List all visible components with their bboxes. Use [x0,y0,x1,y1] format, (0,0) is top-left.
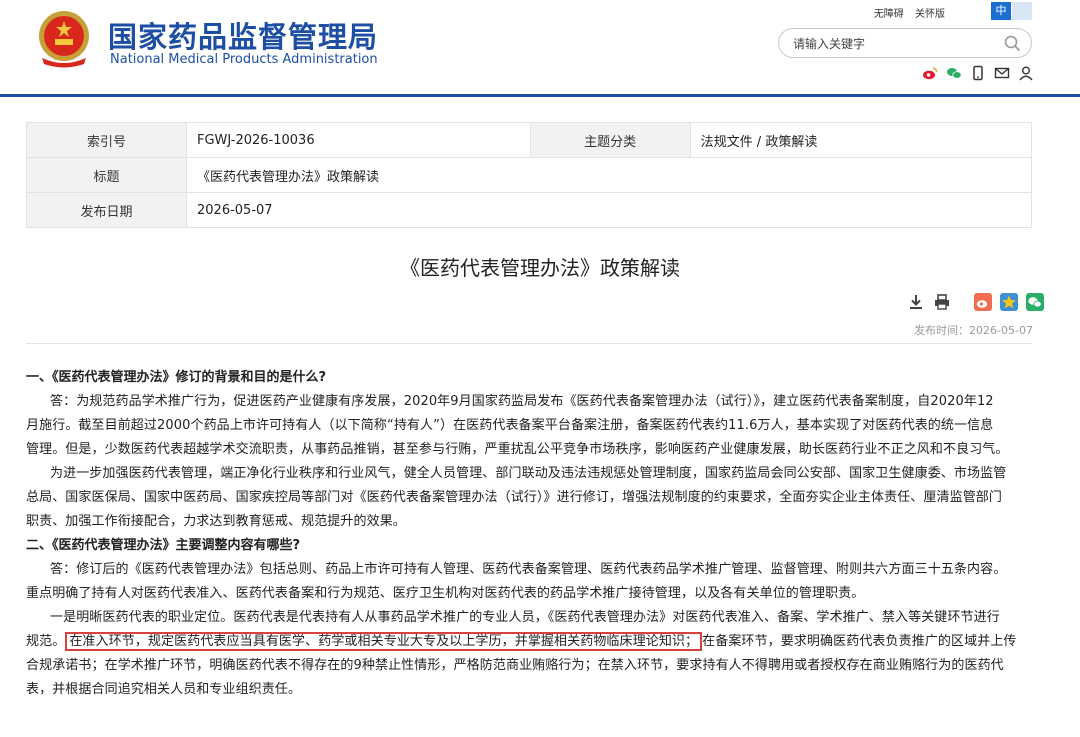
publish-time: 发布时间：2026-05-07 [914,324,1033,337]
text-segment: 规范。 [26,634,66,649]
text-segment: 在备案环节，要求明确医药代表负责推广的区域并上传 [702,634,1017,649]
site-name-en: National Medical Products Administration [110,52,378,67]
paragraph-line: 重点明确了持有人对医药代表准入、医药代表备案和行为规范、医疗卫生机构对医药代表的… [26,586,865,601]
header-divider [0,94,1080,97]
paragraph-line: 总局、国家医保局、国家中医药局、国家疾控局等部门对《医药代表备案管理办法（试行）… [26,490,1003,505]
meta-row: 标题 《医药代表管理办法》政策解读 [26,157,1032,193]
highlighted-text: 在准入环节，规定医药代表应当具有医学、药学或相关专业大专及以上学历，并掌握相关药… [65,632,703,651]
social-links [922,62,1037,80]
content-divider [26,343,1032,344]
category-value: 法规文件 / 政策解读 [689,122,1033,158]
site-header: 国家药品监督管理局 National Medical Products Admi… [0,0,1080,97]
title-value: 《医药代表管理办法》政策解读 [186,157,1032,193]
favorite-icon[interactable] [1000,292,1019,311]
meta-row: 索引号 FGWJ-2026-10036 主题分类 法规文件 / 政策解读 [26,122,1033,158]
document-meta-table: 索引号 FGWJ-2026-10036 主题分类 法规文件 / 政策解读 标题 … [26,122,1033,228]
paragraph-line: 表，并根据合同追究相关人员和专业组织责任。 [26,682,302,697]
mobile-icon[interactable] [970,65,986,81]
article-body: 一、《医药代表管理办法》修订的背景和目的是什么? 答：为规范药品学术推广行为，促… [26,366,1032,702]
paragraph-line: 答：修订后的《医药代表管理办法》包括总则、药品上市许可持有人管理、医药代表备案管… [50,562,1007,577]
paragraph-line: 为进一步加强医药代表管理，端正净化行业秩序和行业风气，健全人员管理、部门联动及违… [50,466,1007,481]
category-label: 主题分类 [529,122,691,158]
paragraph-line: 一是明晰医药代表的职业定位。医药代表是代表持有人从事药品学术推广的专业人员，《医… [50,610,1000,625]
section-heading: 一、《医药代表管理办法》修订的背景和目的是什么? [26,370,327,385]
share-wechat-icon[interactable] [1026,292,1045,311]
mail-icon[interactable] [994,65,1010,81]
index-label: 索引号 [26,122,187,158]
search-icon[interactable] [1004,35,1021,52]
paragraph-line: 答：为规范药品学术推广行为，促进医药产业健康有序发展，2020年9月国家药监局发… [50,394,994,409]
paragraph-line: 月施行。截至目前超过2000个药品上市许可持有人（以下简称“持有人”）在医药代表… [26,418,994,433]
title-label: 标题 [26,157,187,193]
lang-zh-button[interactable]: 中 [991,2,1011,20]
article-tools [907,291,1047,311]
weibo-icon[interactable] [922,65,938,81]
site-name-cn[interactable]: 国家药品监督管理局 [108,14,378,56]
search-input[interactable] [793,35,993,53]
top-links: 无障碍 关怀版 [866,5,945,20]
section-heading: 二、《医药代表管理办法》主要调整内容有哪些? [26,538,301,553]
paragraph-line: 规范。 在准入环节，规定医药代表应当具有医学、药学或相关专业大专及以上学历，并掌握… [26,630,1032,654]
accessibility-link[interactable]: 无障碍 [874,9,904,20]
paragraph-line: 职责、加强工作衔接配合，力求达到教育惩戒、规范提升的效果。 [26,514,406,529]
print-icon[interactable] [933,293,951,311]
article-title: 《医药代表管理办法》政策解读 [400,256,680,280]
search-box [778,28,1032,58]
paragraph-line: 合规承诺书；在学术推广环节，明确医药代表不得存在的9种禁止性情形，严格防范商业贿… [26,658,1004,673]
lang-en-button[interactable] [1012,2,1032,20]
meta-row: 发布日期 2026-05-07 [26,192,1032,228]
download-icon[interactable] [907,293,925,311]
user-icon[interactable] [1018,65,1034,81]
date-value: 2026-05-07 [186,192,1032,228]
share-weibo-icon[interactable] [974,292,993,311]
care-mode-link[interactable]: 关怀版 [915,9,945,20]
date-label: 发布日期 [26,192,187,228]
paragraph-line: 管理。但是，少数医药代表超越学术交流职责，从事药品推销，甚至参与行贿，严重扰乱公… [26,442,1009,457]
wechat-icon[interactable] [946,65,962,81]
national-emblem-icon [39,11,89,68]
index-value: FGWJ-2026-10036 [186,122,531,158]
